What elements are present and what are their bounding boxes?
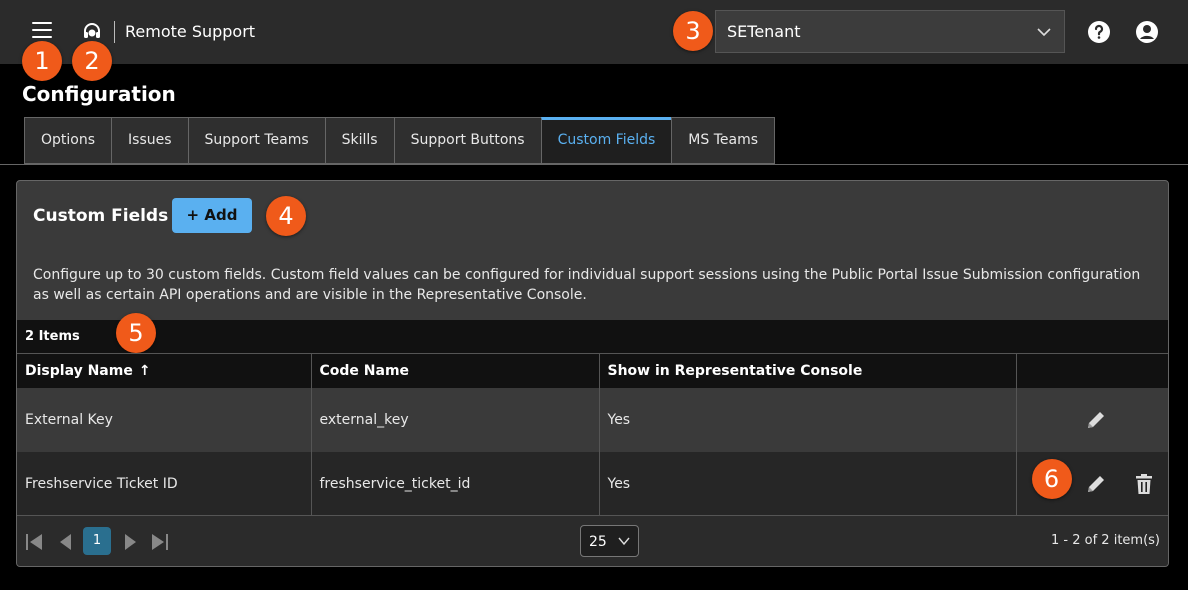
tenant-select-value: SETenant — [727, 22, 801, 41]
edit-pencil-icon[interactable] — [1084, 408, 1108, 432]
table-row: External Key external_key Yes — [17, 387, 1168, 452]
tab-support-buttons[interactable]: Support Buttons — [393, 117, 541, 164]
cell-actions: 6 — [1016, 451, 1168, 516]
page-size-select[interactable]: 25 — [580, 525, 639, 557]
first-page-icon[interactable] — [25, 532, 43, 552]
top-bar: Remote Support SETenant — [0, 0, 1188, 64]
callout-badge-4: 4 — [266, 196, 306, 236]
cell-display-name: Freshservice Ticket ID — [17, 451, 312, 516]
table-row: Freshservice Ticket ID freshservice_tick… — [17, 451, 1168, 516]
callout-badge-6: 6 — [1031, 458, 1072, 499]
column-header-display-name[interactable]: Display Name ↑ — [17, 353, 312, 388]
tab-support-teams[interactable]: Support Teams — [187, 117, 325, 164]
tenant-select[interactable]: SETenant — [715, 10, 1065, 53]
app-title: Remote Support — [125, 22, 256, 41]
cell-code-name: freshservice_ticket_id — [311, 451, 600, 516]
custom-fields-panel: Custom Fields + Add 4 Configure up to 30… — [16, 180, 1169, 567]
callout-badge-1: 1 — [22, 41, 62, 81]
title-separator — [114, 21, 115, 43]
hamburger-menu-icon[interactable] — [32, 22, 52, 40]
cell-show: Yes — [599, 387, 1017, 452]
chevron-down-icon — [1037, 28, 1051, 37]
last-page-icon[interactable] — [151, 532, 169, 552]
item-count-bar: 2 Items — [17, 320, 1168, 353]
help-icon[interactable] — [1087, 20, 1111, 44]
page-number-current[interactable]: 1 — [83, 527, 111, 555]
column-header-actions — [1016, 353, 1168, 388]
config-tabs: Options Issues Support Teams Skills Supp… — [24, 117, 775, 164]
callout-badge-3: 3 — [673, 11, 713, 51]
page-size-value: 25 — [589, 534, 607, 550]
pagination-bar: 1 25 1 - 2 of 2 item(s) — [17, 515, 1168, 566]
tab-issues[interactable]: Issues — [111, 117, 188, 164]
table-header-row: Display Name ↑ Code Name Show in Represen… — [17, 353, 1168, 388]
cell-display-name: External Key — [17, 387, 312, 452]
item-count: 2 Items — [25, 329, 80, 344]
sort-ascending-icon: ↑ — [138, 362, 151, 379]
callout-badge-2: 2 — [72, 41, 112, 81]
tabs-divider — [0, 164, 1188, 165]
tab-options[interactable]: Options — [24, 117, 112, 164]
cell-code-name: external_key — [311, 387, 600, 452]
tab-ms-teams[interactable]: MS Teams — [671, 117, 775, 164]
chevron-down-icon — [618, 537, 630, 546]
edit-pencil-icon[interactable] — [1084, 472, 1108, 496]
plus-icon: + — [186, 206, 200, 224]
cell-show: Yes — [599, 451, 1017, 516]
add-button[interactable]: + Add — [172, 198, 252, 233]
previous-page-icon[interactable] — [57, 532, 75, 552]
column-header-code-name[interactable]: Code Name — [311, 353, 600, 388]
panel-title: Custom Fields — [33, 206, 169, 226]
page-title: Configuration — [22, 82, 176, 106]
add-button-label: Add — [204, 206, 238, 224]
column-header-show-in-console[interactable]: Show in Representative Console — [599, 353, 1017, 388]
callout-badge-5: 5 — [116, 313, 156, 353]
panel-description: Configure up to 30 custom fields. Custom… — [33, 267, 1141, 303]
next-page-icon[interactable] — [121, 532, 139, 552]
delete-trash-icon[interactable] — [1132, 472, 1156, 496]
tab-skills[interactable]: Skills — [324, 117, 394, 164]
cell-actions — [1016, 387, 1168, 452]
custom-fields-table: Display Name ↑ Code Name Show in Represen… — [17, 353, 1168, 516]
headset-icon — [84, 23, 100, 38]
tab-custom-fields[interactable]: Custom Fields — [540, 117, 672, 164]
user-account-icon[interactable] — [1135, 20, 1159, 44]
pagination-range: 1 - 2 of 2 item(s) — [1051, 533, 1160, 548]
